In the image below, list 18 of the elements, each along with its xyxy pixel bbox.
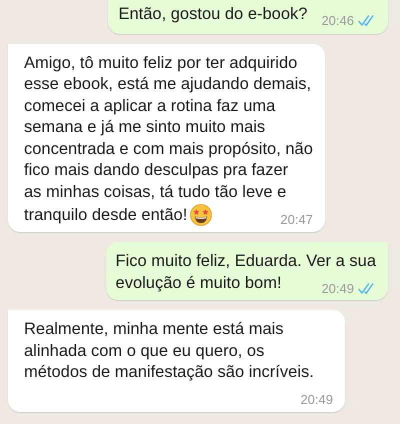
message-line: evolução é muito bom! xyxy=(116,272,282,294)
message-line: Fico muito feliz, Eduarda. Ver a sua xyxy=(116,251,376,272)
message-time: 20:49 xyxy=(321,281,354,297)
message-time: 20:46 xyxy=(321,12,354,28)
message-line: Realmente, minha mente está mais xyxy=(24,319,285,340)
message-line: semana e já me sinto muito mais xyxy=(24,117,266,138)
message-line: comecei a aplicar a rotina faz uma xyxy=(24,96,276,116)
message-line: métodos de manifestação são incríveis. xyxy=(24,362,314,383)
message-line: concentrada e com mais propósito, não xyxy=(24,138,313,160)
message-line: fico mais dando desculpas pra fazer xyxy=(24,160,290,181)
message-line: Amigo, tô muito feliz por ter adquirido xyxy=(24,52,298,74)
message-line: as minhas coisas, tá tudo tão leve e xyxy=(24,182,288,202)
message-line: esse ebook, está me ajudando demais, xyxy=(24,74,312,95)
message-time: 20:49 xyxy=(300,392,333,408)
message-time: 20:47 xyxy=(280,212,313,228)
message-line: tranquilo desde então! xyxy=(24,204,188,226)
message-line: Então, gostou do e-book? xyxy=(118,4,308,25)
message-line: alinhada com o que eu quero, os xyxy=(24,340,266,362)
